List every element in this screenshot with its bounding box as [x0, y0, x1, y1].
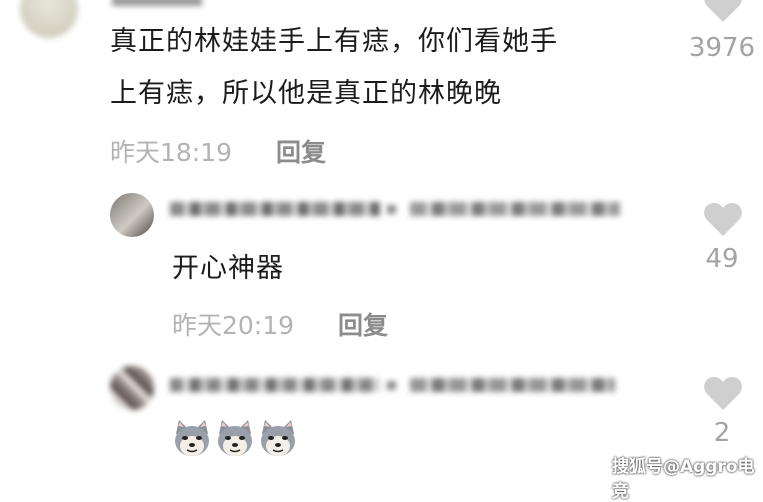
avatar[interactable]	[110, 366, 154, 410]
reply-target-blurred[interactable]	[410, 378, 615, 392]
like-heart-icon[interactable]	[703, 0, 743, 24]
username-blurred[interactable]	[170, 378, 380, 392]
emoji-row	[172, 418, 301, 462]
reply-button[interactable]: 回复	[338, 306, 388, 342]
comment-text-line-1: 真正的林娃娃手上有痣，你们看她手	[110, 26, 558, 57]
comment-time: 昨天18:19	[110, 138, 233, 167]
doge-icon	[261, 420, 295, 456]
reply-button[interactable]: 回复	[276, 133, 326, 169]
doge-icon	[218, 420, 252, 456]
separator-dot	[387, 205, 396, 214]
username-blurred[interactable]	[170, 202, 380, 216]
like-count: 3976	[688, 33, 756, 63]
comment-text-line-2: 上有痣，所以他是真正的林晚晚	[110, 78, 502, 109]
avatar[interactable]	[110, 193, 154, 237]
like-heart-icon[interactable]	[703, 202, 743, 238]
comment-text: 开心神器	[172, 253, 284, 284]
reply-target-blurred[interactable]	[410, 202, 620, 216]
separator-dot	[387, 381, 396, 390]
avatar[interactable]	[20, 0, 78, 38]
watermark: 搜狐号@Aggro电竞	[612, 457, 755, 502]
like-heart-icon[interactable]	[703, 376, 743, 412]
comment-time: 昨天20:19	[172, 311, 295, 340]
username-blurred[interactable]	[112, 0, 202, 6]
doge-icon	[175, 420, 209, 456]
like-count: 2	[713, 418, 731, 448]
like-count: 49	[705, 244, 739, 274]
